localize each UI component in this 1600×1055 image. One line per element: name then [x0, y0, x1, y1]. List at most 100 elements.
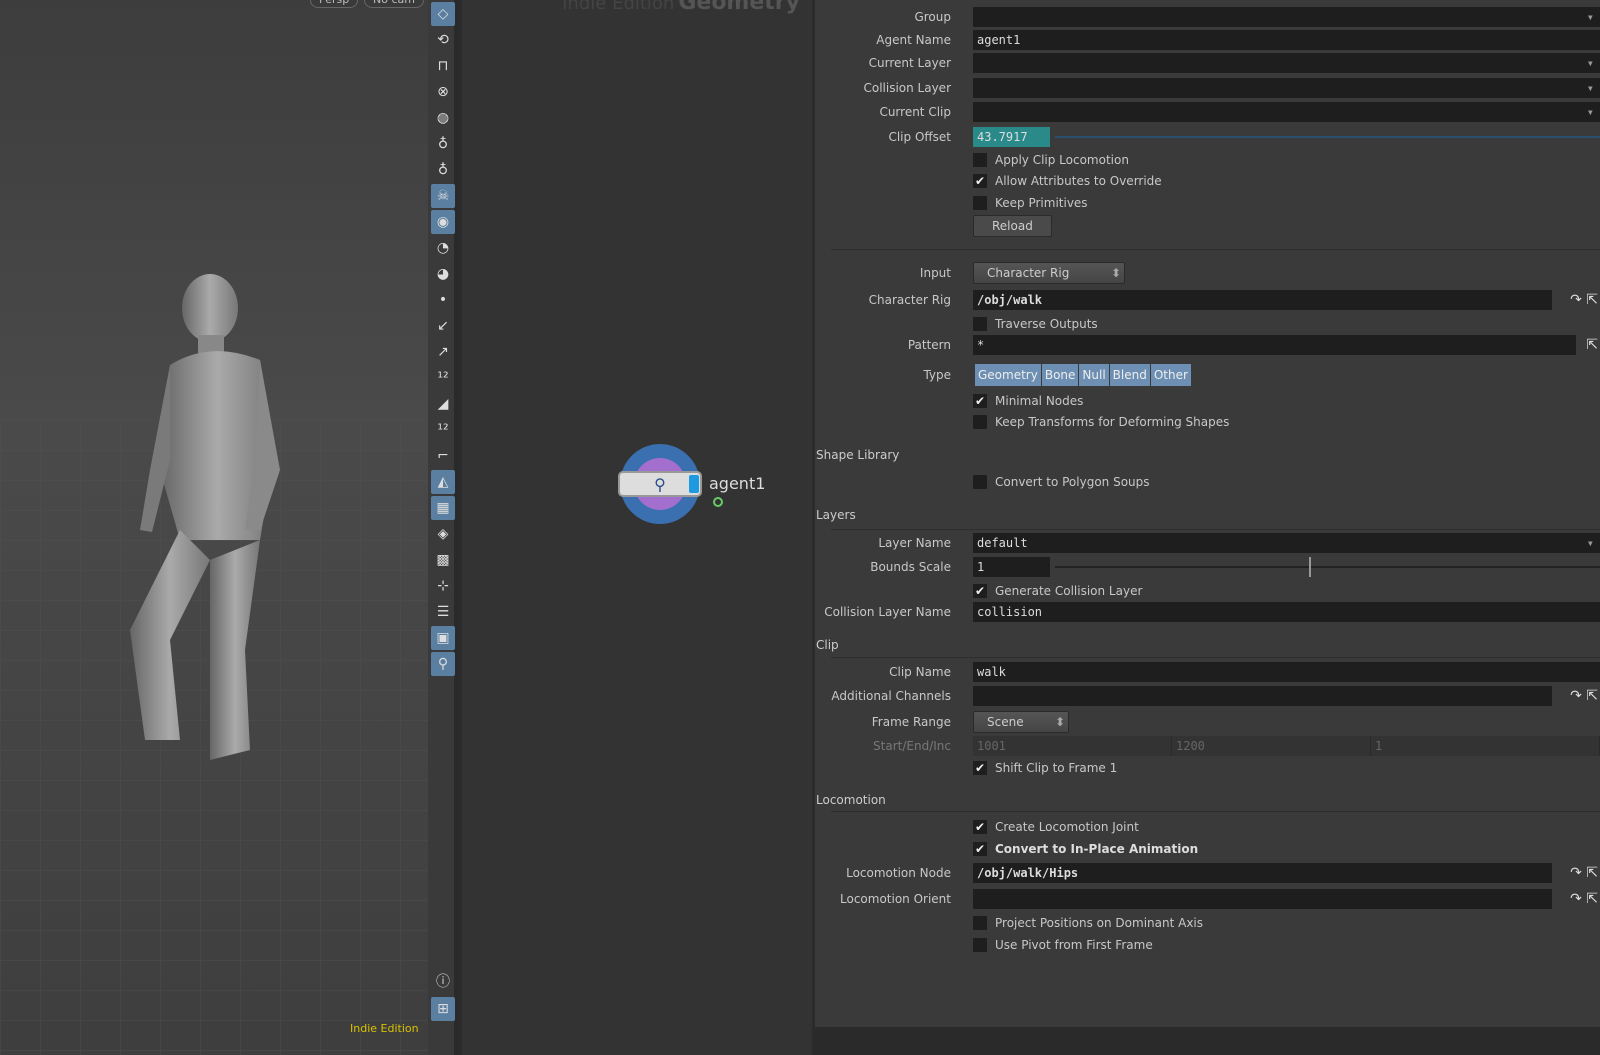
minimal-nodes-label: Minimal Nodes [995, 394, 1084, 408]
layout-icon[interactable]: ⊞ [431, 997, 455, 1021]
scene-viewport[interactable]: Persp No cam Indie Edition [0, 0, 428, 1055]
current-layer-field[interactable] [973, 53, 1600, 73]
point-icon[interactable]: • [431, 288, 455, 312]
network-editor[interactable]: Indie Edition Geometry ⚲ agent1 [462, 0, 812, 1055]
increment-field[interactable]: 1 [1371, 736, 1600, 756]
current-clip-field[interactable] [973, 102, 1600, 122]
character-rig-field[interactable]: /obj/walk [973, 290, 1552, 310]
type-geometry-button[interactable]: Geometry [975, 364, 1041, 386]
shape-library-heading[interactable]: Shape Library [816, 444, 1600, 466]
collision-layer-name-label: Collision Layer Name [824, 605, 951, 619]
frame-range-label: Frame Range [871, 715, 951, 729]
loco-node-chooser-icon[interactable]: ↷ ⇱ [1570, 865, 1598, 881]
project-positions-checkbox[interactable] [973, 916, 987, 930]
pattern-field[interactable]: * [973, 335, 1576, 355]
lock-icon[interactable]: ⊓ [431, 54, 455, 78]
create-loco-joint-checkbox[interactable]: ✔ [973, 820, 987, 834]
frame-range-select[interactable]: Scene [973, 711, 1069, 733]
point-number-icon[interactable]: ¹² [431, 366, 455, 390]
loco-node-label: Locomotion Node [846, 866, 951, 880]
prim-number-icon[interactable]: ¹² [431, 418, 455, 442]
clip-name-field[interactable]: walk [973, 662, 1600, 682]
layers-icon[interactable]: ☰ [431, 600, 455, 624]
node-chooser-icon[interactable]: ↷ ⇱ [1570, 292, 1598, 308]
shading-icon[interactable]: ◍ [431, 106, 455, 130]
start-frame-field[interactable]: 1001 [973, 736, 1172, 756]
grid-icon[interactable]: ◇ [431, 2, 455, 26]
normal-icon[interactable]: ↙ [431, 314, 455, 338]
collision-layer-field[interactable] [973, 78, 1600, 98]
collision-layer-name-field[interactable]: collision [973, 602, 1600, 622]
pattern-chooser-icon[interactable]: ⇱ [1586, 337, 1598, 353]
light-icon[interactable]: ♁ [431, 132, 455, 156]
group-field[interactable] [973, 7, 1600, 27]
divider [831, 249, 1600, 250]
additional-channels-field[interactable] [973, 686, 1552, 706]
layer-name-field[interactable]: default [973, 533, 1600, 553]
input-select[interactable]: Character Rig [973, 262, 1125, 284]
ghost-icon[interactable]: ⊗ [431, 80, 455, 104]
loco-orient-field[interactable] [973, 889, 1552, 909]
wireframe-icon[interactable]: ◭ [431, 470, 455, 494]
minimal-nodes-checkbox[interactable]: ✔ [973, 394, 987, 408]
loco-orient-chooser-icon[interactable]: ↷ ⇱ [1570, 891, 1598, 907]
edge-icon[interactable]: ⌐ [431, 444, 455, 468]
info-icon[interactable]: ⓘ [431, 970, 455, 994]
allow-attributes-checkbox[interactable]: ✔ [973, 174, 987, 188]
end-frame-field[interactable]: 1200 [1172, 736, 1371, 756]
convert-inplace-checkbox[interactable]: ✔ [973, 842, 987, 856]
camera2-icon[interactable]: ◕ [431, 262, 455, 286]
keep-transforms-checkbox[interactable] [973, 415, 987, 429]
node-name-label[interactable]: agent1 [709, 474, 765, 493]
gen-collision-checkbox[interactable]: ✔ [973, 584, 987, 598]
project-positions-label: Project Positions on Dominant Axis [995, 916, 1204, 930]
display-flag-icon[interactable] [713, 497, 723, 507]
type-null-button[interactable]: Null [1079, 364, 1109, 386]
vertex-icon[interactable]: ↗ [431, 340, 455, 364]
agent-node[interactable]: ⚲ [618, 444, 702, 524]
joint-icon[interactable]: ⊹ [431, 574, 455, 598]
map-icon[interactable]: ▩ [431, 548, 455, 572]
loco-orient-label: Locomotion Orient [840, 892, 951, 906]
convert-polysoups-checkbox[interactable] [973, 475, 987, 489]
gen-collision-label: Generate Collision Layer [995, 584, 1143, 598]
type-other-button[interactable]: Other [1150, 364, 1191, 386]
sphere-icon[interactable]: ◉ [431, 210, 455, 234]
skull-icon[interactable]: ☠ [431, 184, 455, 208]
bounds-scale-field[interactable]: 1 [973, 557, 1050, 577]
pin-icon[interactable]: ⚲ [431, 652, 455, 676]
layers-heading[interactable]: Layers [816, 504, 1600, 526]
channel-chooser-icon[interactable]: ↷ ⇱ [1570, 688, 1598, 704]
prim-icon[interactable]: ◢ [431, 392, 455, 416]
current-layer-label: Current Layer [868, 56, 951, 70]
keep-primitives-checkbox[interactable] [973, 196, 987, 210]
type-bone-button[interactable]: Bone [1041, 364, 1079, 386]
camera-persp-menu[interactable]: Persp [310, 0, 359, 8]
apply-clip-locomotion-checkbox[interactable] [973, 153, 987, 167]
bounds-scale-handle[interactable] [1309, 557, 1311, 577]
snap-icon[interactable]: ⟲ [431, 28, 455, 52]
clip-offset-slider[interactable] [1055, 136, 1600, 138]
agent-name-field[interactable]: agent1 [973, 30, 1600, 50]
headlight-icon[interactable]: ♁ [431, 158, 455, 182]
camera-icon[interactable]: ◔ [431, 236, 455, 260]
clip-heading[interactable]: Clip [816, 634, 1600, 656]
pattern-label: Pattern [907, 338, 951, 352]
locomotion-heading[interactable]: Locomotion [816, 789, 1600, 811]
traverse-outputs-checkbox[interactable] [973, 317, 987, 331]
camera-select-menu[interactable]: No cam [364, 0, 424, 8]
clip-offset-field[interactable]: 43.7917 [973, 127, 1050, 147]
loco-node-field[interactable]: /obj/walk/Hips [973, 863, 1552, 883]
clip-offset-label: Clip Offset [888, 130, 951, 144]
use-pivot-checkbox[interactable] [973, 938, 987, 952]
reload-button[interactable]: Reload [973, 215, 1052, 237]
guide-icon[interactable]: ◈ [431, 522, 455, 546]
use-pivot-label: Use Pivot from First Frame [995, 938, 1153, 952]
shift-clip-checkbox[interactable]: ✔ [973, 761, 987, 775]
bounds-scale-slider[interactable] [1055, 566, 1600, 568]
parameter-panel: Group Agent Name agent1 Current Layer Col… [815, 0, 1600, 1027]
type-blend-button[interactable]: Blend [1109, 364, 1150, 386]
background-icon[interactable]: ▣ [431, 626, 455, 650]
divider [831, 529, 1600, 530]
uv-icon[interactable]: ▦ [431, 496, 455, 520]
